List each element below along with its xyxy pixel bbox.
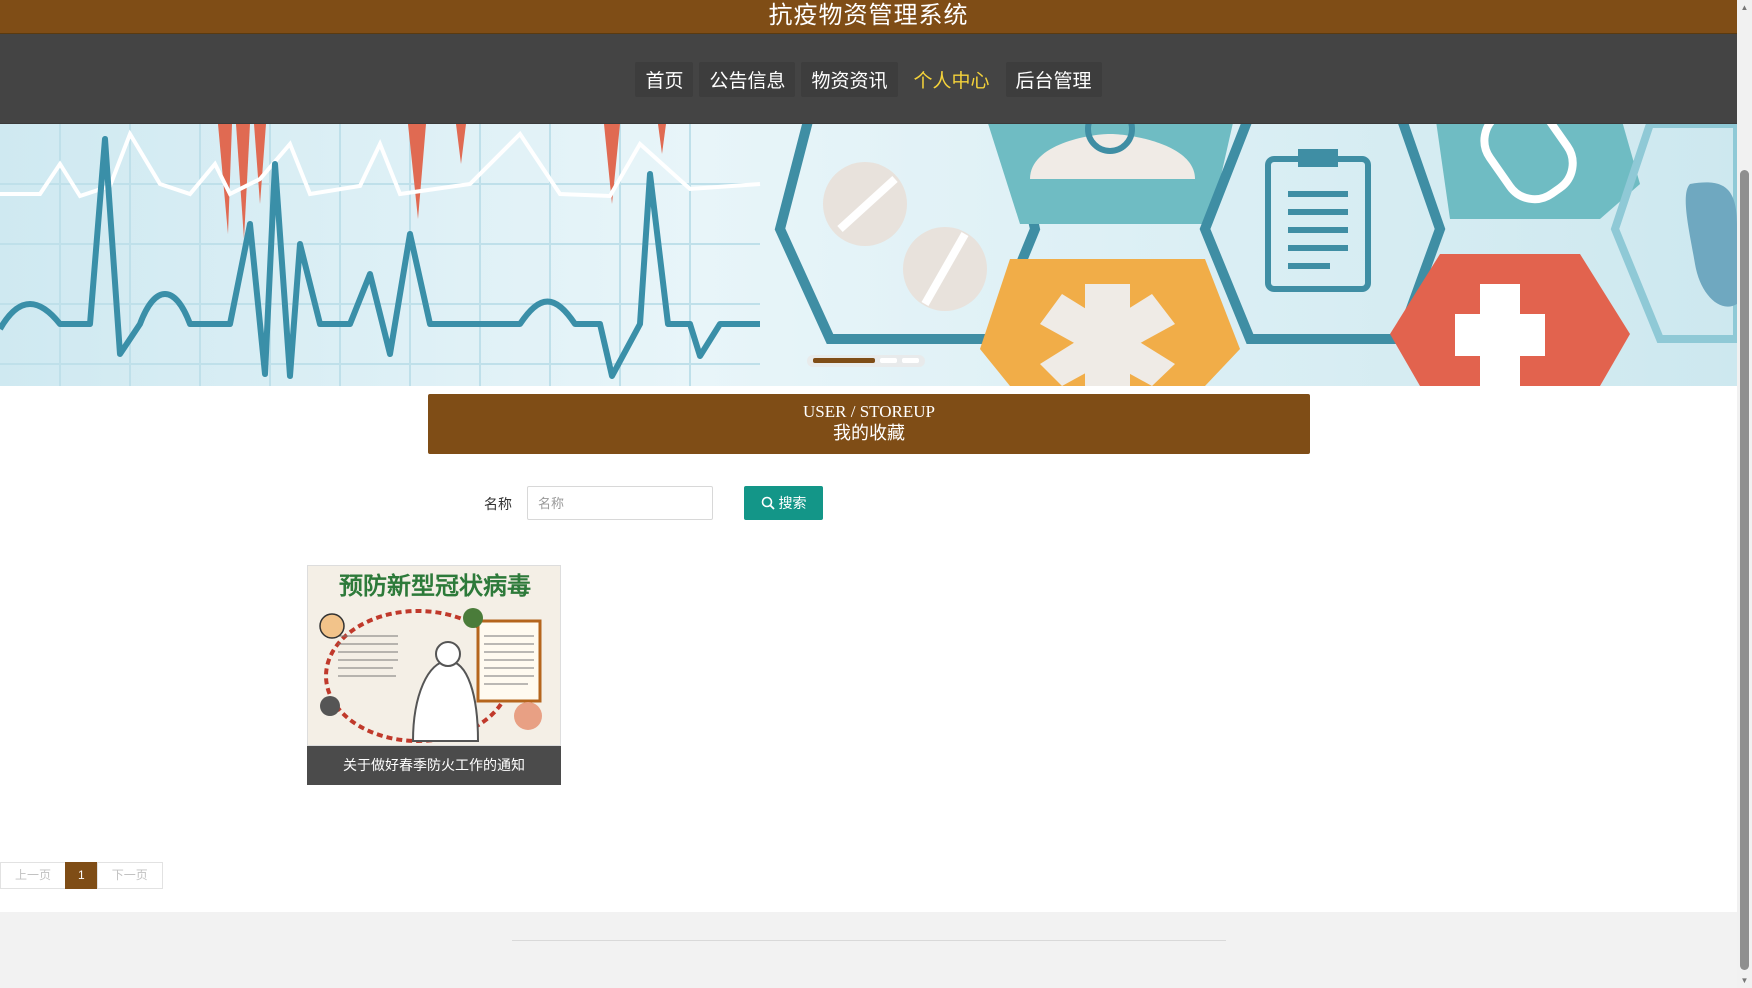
main-nav: 首页 公告信息 物资资讯 个人中心 后台管理 (0, 34, 1737, 124)
site-title: 抗疫物资管理系统 (0, 0, 1737, 34)
scroll-up-arrow-icon[interactable]: ▲ (1740, 3, 1749, 12)
nav-item-home[interactable]: 首页 (635, 62, 694, 97)
nav-item-announcements[interactable]: 公告信息 (699, 62, 796, 97)
scrollbar-thumb[interactable] (1740, 170, 1749, 970)
search-input[interactable] (527, 486, 713, 520)
carousel-dot-2[interactable] (880, 358, 897, 363)
section-title-cn: 我的收藏 (833, 423, 905, 443)
banner-carousel (0, 124, 1737, 386)
scroll-down-arrow-icon[interactable]: ▼ (1740, 976, 1749, 985)
favorite-item-card[interactable]: 预防新型冠状病毒 关于做好春季防火工作的通知 (307, 565, 561, 785)
search-button-label: 搜索 (778, 495, 807, 511)
favorite-item-image: 预防新型冠状病毒 (307, 565, 561, 746)
page-number-current[interactable]: 1 (65, 862, 98, 889)
next-page-button[interactable]: 下一页 (96, 862, 163, 889)
carousel-dot-3[interactable] (902, 358, 919, 363)
footer (0, 912, 1737, 988)
banner-medical-illustration (0, 124, 1737, 386)
nav-item-supply-news[interactable]: 物资资讯 (801, 62, 898, 97)
favorite-item-title[interactable]: 关于做好春季防火工作的通知 (307, 746, 561, 785)
nav-item-admin[interactable]: 后台管理 (1005, 62, 1102, 97)
section-title-en: USER / STOREUP (803, 402, 935, 421)
footer-divider (512, 940, 1226, 941)
prev-page-button[interactable]: 上一页 (0, 862, 67, 889)
search-button[interactable]: 搜索 (744, 486, 823, 520)
search-label: 名称 (484, 496, 512, 512)
nav-item-personal-center[interactable]: 个人中心 (904, 62, 1000, 97)
search-icon (761, 496, 775, 510)
page-scrollbar[interactable]: ▲ ▼ (1737, 0, 1752, 988)
pagination: 上一页 1 下一页 (0, 862, 163, 889)
section-header: USER / STOREUP 我的收藏 (428, 394, 1310, 454)
carousel-dot-1[interactable] (813, 358, 875, 363)
poster-heading: 预防新型冠状病毒 (339, 572, 531, 600)
search-bar: 名称 搜索 (0, 486, 1737, 520)
